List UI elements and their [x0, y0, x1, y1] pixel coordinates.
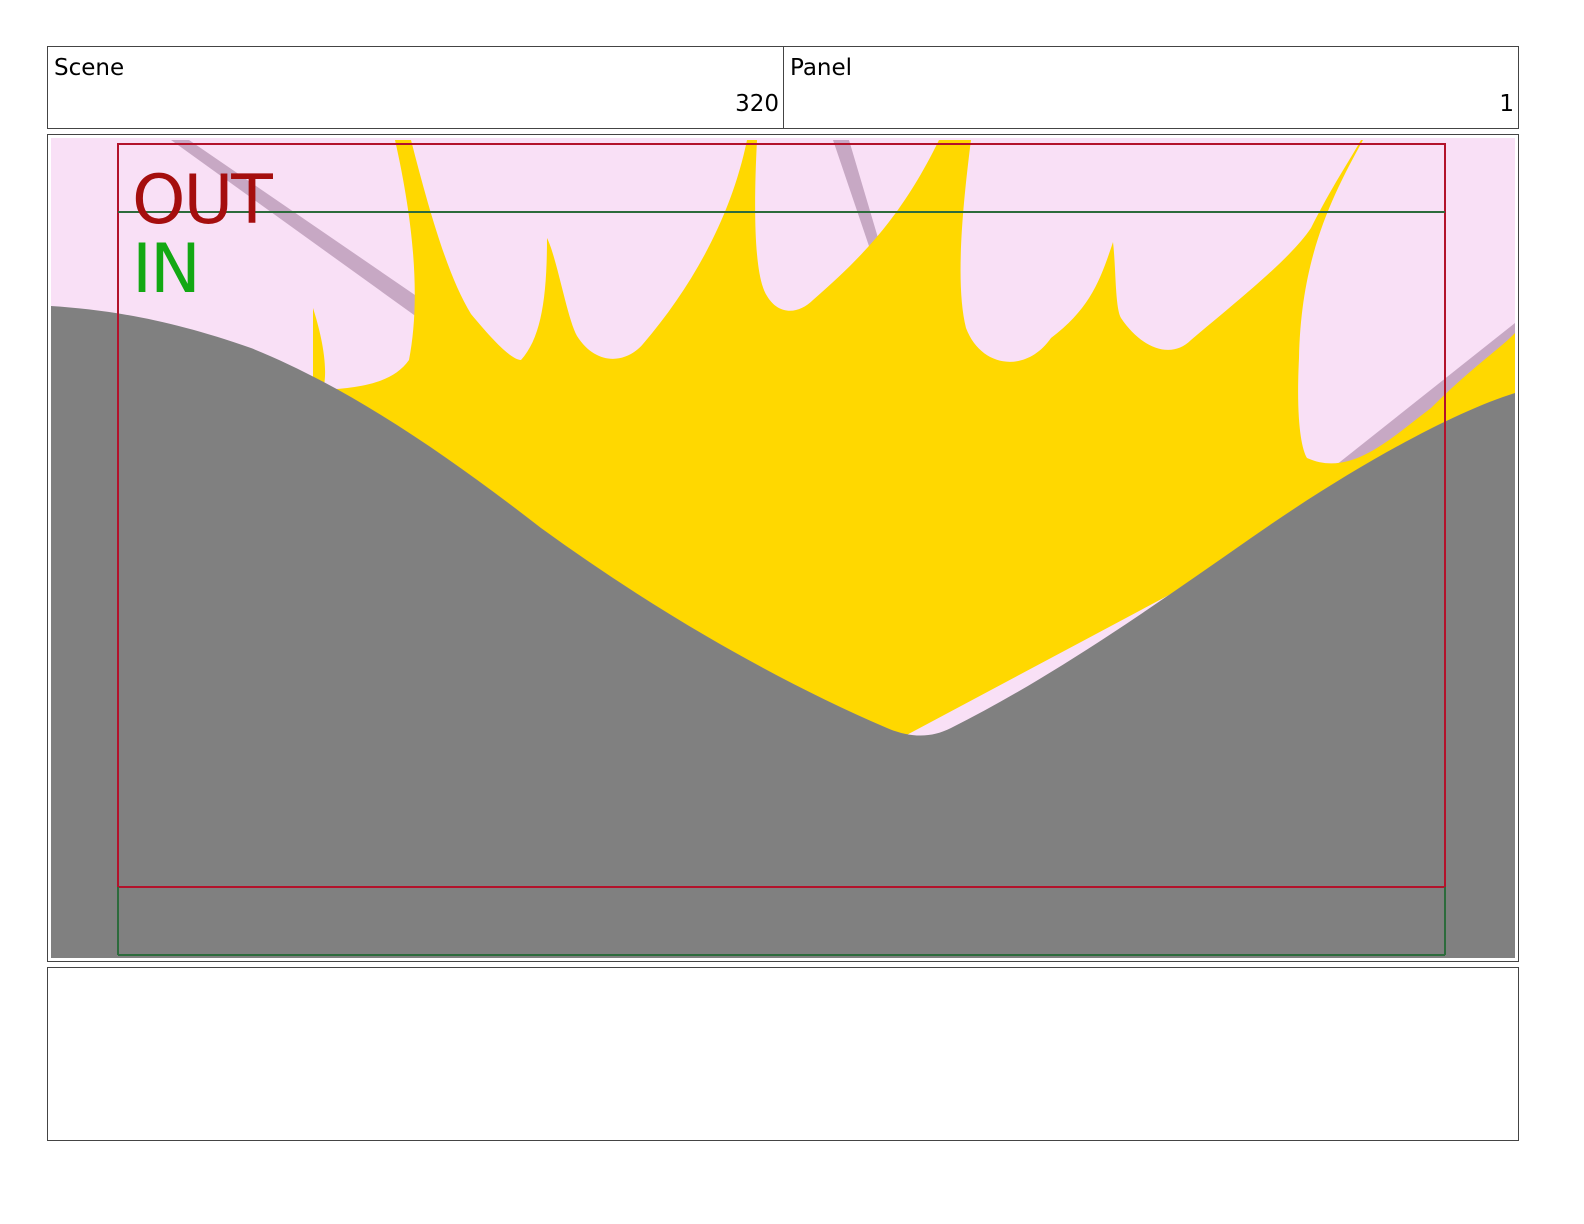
panel-field[interactable]: Panel 1: [784, 47, 1518, 128]
notes-area[interactable]: [47, 967, 1519, 1141]
panel-header: Scene 320 Panel 1: [47, 46, 1519, 129]
storyboard-frame[interactable]: OUT IN: [47, 134, 1519, 962]
panel-drawing: [51, 138, 1515, 958]
scene-field[interactable]: Scene 320: [48, 47, 784, 128]
panel-number: 1: [1499, 91, 1514, 117]
scene-label: Scene: [54, 55, 125, 81]
scene-number: 320: [735, 91, 779, 117]
out-label: OUT: [132, 161, 273, 240]
panel-label: Panel: [790, 55, 853, 81]
in-label: IN: [132, 230, 201, 309]
